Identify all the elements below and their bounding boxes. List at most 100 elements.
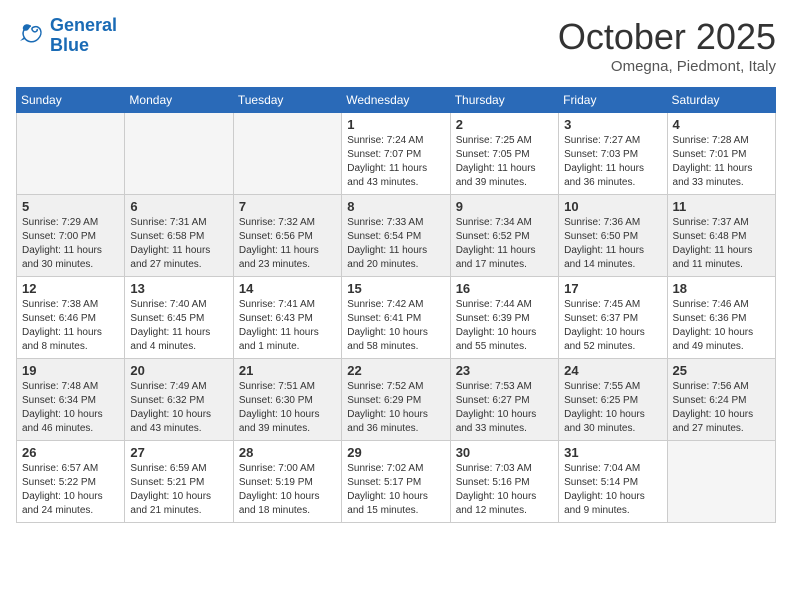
calendar-cell: 19 Sunrise: 7:48 AM Sunset: 6:34 PM Dayli… (17, 359, 125, 441)
day-info: Sunrise: 7:41 AM Sunset: 6:43 PM Dayligh… (239, 298, 336, 354)
calendar-cell: 29 Sunrise: 7:02 AM Sunset: 5:17 PM Dayli… (342, 441, 450, 523)
day-info: Sunrise: 7:51 AM Sunset: 6:30 PM Dayligh… (239, 380, 336, 436)
day-info: Sunrise: 7:53 AM Sunset: 6:27 PM Dayligh… (456, 380, 553, 436)
day-info: Sunrise: 7:25 AM Sunset: 7:05 PM Dayligh… (456, 134, 553, 190)
calendar-cell: 6Sunrise: 7:31 AM Sunset: 6:58 PM Daylig… (125, 195, 233, 277)
day-header-thursday: Thursday (450, 88, 558, 113)
day-info: Sunrise: 7:32 AM Sunset: 6:56 PM Dayligh… (239, 216, 336, 272)
day-number: 4 (673, 117, 770, 132)
day-number: 11 (673, 199, 770, 214)
calendar-header-row: SundayMondayTuesdayWednesdayThursdayFrid… (17, 88, 776, 113)
day-header-friday: Friday (559, 88, 667, 113)
day-number: 2 (456, 117, 553, 132)
calendar-cell: 20 Sunrise: 7:49 AM Sunset: 6:32 PM Dayli… (125, 359, 233, 441)
calendar-cell: 26Sunrise: 6:57 AM Sunset: 5:22 PM Dayli… (17, 441, 125, 523)
calendar-cell (125, 113, 233, 195)
page-header: General Blue October 2025 Omegna, Piedmo… (16, 16, 776, 75)
calendar-cell: 8 Sunrise: 7:33 AM Sunset: 6:54 PM Daylig… (342, 195, 450, 277)
day-info: Sunrise: 7:48 AM Sunset: 6:34 PM Dayligh… (22, 380, 119, 436)
day-info: Sunrise: 7:03 AM Sunset: 5:16 PM Dayligh… (456, 462, 553, 518)
calendar-cell: 7 Sunrise: 7:32 AM Sunset: 6:56 PM Daylig… (233, 195, 341, 277)
month-title: October 2025 (558, 16, 776, 58)
calendar-cell: 31 Sunrise: 7:04 AM Sunset: 5:14 PM Dayli… (559, 441, 667, 523)
day-number: 30 (456, 445, 553, 460)
day-header-wednesday: Wednesday (342, 88, 450, 113)
calendar-cell: 5Sunrise: 7:29 AM Sunset: 7:00 PM Daylig… (17, 195, 125, 277)
calendar-cell: 12Sunrise: 7:38 AM Sunset: 6:46 PM Dayli… (17, 277, 125, 359)
day-number: 8 (347, 199, 444, 214)
day-info: Sunrise: 7:24 AM Sunset: 7:07 PM Dayligh… (347, 134, 444, 190)
day-number: 25 (673, 363, 770, 378)
day-number: 14 (239, 281, 336, 296)
calendar-table: SundayMondayTuesdayWednesdayThursdayFrid… (16, 87, 776, 523)
day-info: Sunrise: 7:42 AM Sunset: 6:41 PM Dayligh… (347, 298, 444, 354)
calendar-cell: 17 Sunrise: 7:45 AM Sunset: 6:37 PM Dayli… (559, 277, 667, 359)
day-number: 3 (564, 117, 661, 132)
calendar-cell: 3 Sunrise: 7:27 AM Sunset: 7:03 PM Daylig… (559, 113, 667, 195)
day-number: 13 (130, 281, 227, 296)
calendar-cell: 2 Sunrise: 7:25 AM Sunset: 7:05 PM Daylig… (450, 113, 558, 195)
calendar-cell: 15 Sunrise: 7:42 AM Sunset: 6:41 PM Dayli… (342, 277, 450, 359)
day-number: 10 (564, 199, 661, 214)
day-number: 5 (22, 199, 119, 214)
day-info: Sunrise: 7:36 AM Sunset: 6:50 PM Dayligh… (564, 216, 661, 272)
day-info: Sunrise: 7:45 AM Sunset: 6:37 PM Dayligh… (564, 298, 661, 354)
day-number: 19 (22, 363, 119, 378)
day-number: 31 (564, 445, 661, 460)
day-number: 29 (347, 445, 444, 460)
logo-text: General Blue (50, 16, 117, 56)
day-number: 9 (456, 199, 553, 214)
day-header-sunday: Sunday (17, 88, 125, 113)
day-number: 17 (564, 281, 661, 296)
day-info: Sunrise: 7:00 AM Sunset: 5:19 PM Dayligh… (239, 462, 336, 518)
day-number: 28 (239, 445, 336, 460)
day-number: 27 (130, 445, 227, 460)
day-number: 1 (347, 117, 444, 132)
calendar-cell (667, 441, 775, 523)
location: Omegna, Piedmont, Italy (558, 58, 776, 75)
day-info: Sunrise: 7:37 AM Sunset: 6:48 PM Dayligh… (673, 216, 770, 272)
day-info: Sunrise: 7:56 AM Sunset: 6:24 PM Dayligh… (673, 380, 770, 436)
day-info: Sunrise: 7:44 AM Sunset: 6:39 PM Dayligh… (456, 298, 553, 354)
day-number: 18 (673, 281, 770, 296)
day-header-monday: Monday (125, 88, 233, 113)
calendar-week-1: 1 Sunrise: 7:24 AM Sunset: 7:07 PM Daylig… (17, 113, 776, 195)
day-number: 7 (239, 199, 336, 214)
title-block: October 2025 Omegna, Piedmont, Italy (558, 16, 776, 75)
day-info: Sunrise: 7:49 AM Sunset: 6:32 PM Dayligh… (130, 380, 227, 436)
calendar-cell: 9 Sunrise: 7:34 AM Sunset: 6:52 PM Daylig… (450, 195, 558, 277)
day-info: Sunrise: 7:52 AM Sunset: 6:29 PM Dayligh… (347, 380, 444, 436)
day-info: Sunrise: 7:02 AM Sunset: 5:17 PM Dayligh… (347, 462, 444, 518)
day-header-saturday: Saturday (667, 88, 775, 113)
day-info: Sunrise: 7:40 AM Sunset: 6:45 PM Dayligh… (130, 298, 227, 354)
day-info: Sunrise: 7:31 AM Sunset: 6:58 PM Dayligh… (130, 216, 227, 272)
calendar-cell: 13 Sunrise: 7:40 AM Sunset: 6:45 PM Dayli… (125, 277, 233, 359)
calendar-cell: 28 Sunrise: 7:00 AM Sunset: 5:19 PM Dayli… (233, 441, 341, 523)
logo-icon (16, 21, 46, 51)
calendar-week-5: 26Sunrise: 6:57 AM Sunset: 5:22 PM Dayli… (17, 441, 776, 523)
day-number: 20 (130, 363, 227, 378)
day-info: Sunrise: 7:33 AM Sunset: 6:54 PM Dayligh… (347, 216, 444, 272)
day-info: Sunrise: 7:04 AM Sunset: 5:14 PM Dayligh… (564, 462, 661, 518)
day-info: Sunrise: 7:27 AM Sunset: 7:03 PM Dayligh… (564, 134, 661, 190)
calendar-cell: 30 Sunrise: 7:03 AM Sunset: 5:16 PM Dayli… (450, 441, 558, 523)
calendar-week-2: 5Sunrise: 7:29 AM Sunset: 7:00 PM Daylig… (17, 195, 776, 277)
day-info: Sunrise: 7:34 AM Sunset: 6:52 PM Dayligh… (456, 216, 553, 272)
calendar-week-4: 19 Sunrise: 7:48 AM Sunset: 6:34 PM Dayli… (17, 359, 776, 441)
day-header-tuesday: Tuesday (233, 88, 341, 113)
day-info: Sunrise: 7:46 AM Sunset: 6:36 PM Dayligh… (673, 298, 770, 354)
day-number: 22 (347, 363, 444, 378)
day-info: Sunrise: 6:57 AM Sunset: 5:22 PM Dayligh… (22, 462, 119, 518)
calendar-cell: 4 Sunrise: 7:28 AM Sunset: 7:01 PM Daylig… (667, 113, 775, 195)
day-info: Sunrise: 7:28 AM Sunset: 7:01 PM Dayligh… (673, 134, 770, 190)
logo: General Blue (16, 16, 117, 56)
calendar-cell: 11 Sunrise: 7:37 AM Sunset: 6:48 PM Dayli… (667, 195, 775, 277)
day-info: Sunrise: 6:59 AM Sunset: 5:21 PM Dayligh… (130, 462, 227, 518)
calendar-cell: 10 Sunrise: 7:36 AM Sunset: 6:50 PM Dayli… (559, 195, 667, 277)
calendar-week-3: 12Sunrise: 7:38 AM Sunset: 6:46 PM Dayli… (17, 277, 776, 359)
day-number: 23 (456, 363, 553, 378)
calendar-cell: 23 Sunrise: 7:53 AM Sunset: 6:27 PM Dayli… (450, 359, 558, 441)
day-number: 15 (347, 281, 444, 296)
calendar-cell: 25 Sunrise: 7:56 AM Sunset: 6:24 PM Dayli… (667, 359, 775, 441)
day-number: 21 (239, 363, 336, 378)
